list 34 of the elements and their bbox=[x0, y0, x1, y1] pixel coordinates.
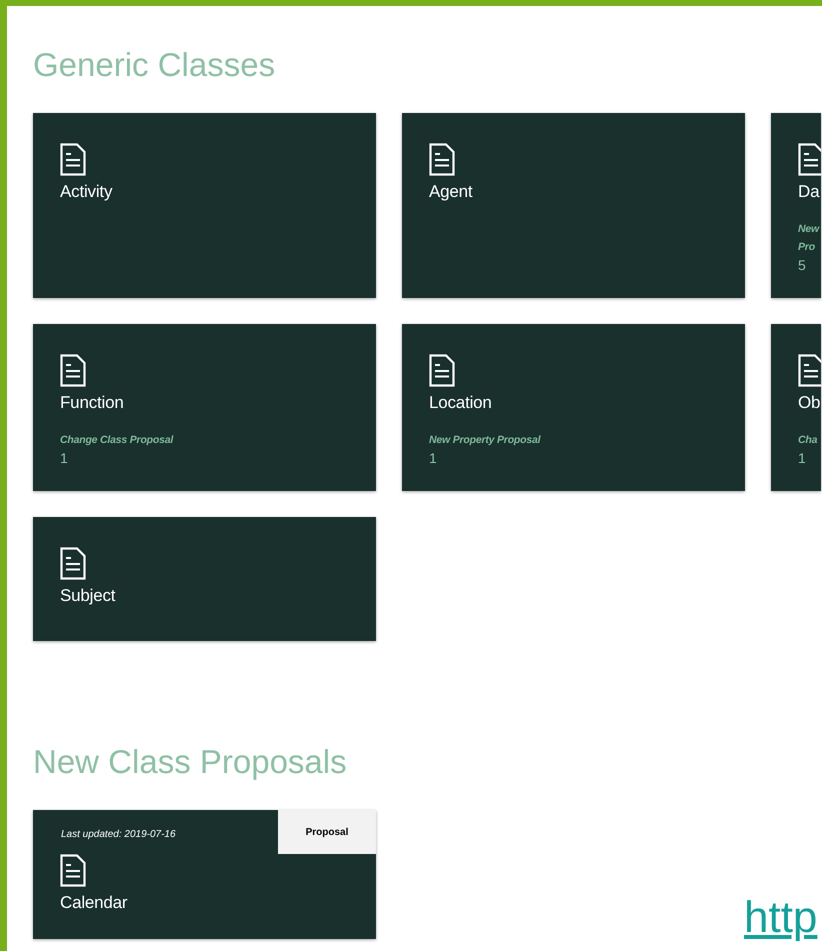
card-title: Activity bbox=[60, 181, 114, 203]
proposal-count: 1 bbox=[60, 449, 69, 467]
proposal-label: New Property Proposal bbox=[429, 433, 542, 448]
class-card[interactable]: Agent bbox=[402, 113, 745, 298]
proposal-count: 5 bbox=[798, 256, 807, 274]
card-title: Function bbox=[60, 392, 125, 414]
card-title: Da bbox=[798, 181, 821, 203]
class-card[interactable]: Location New Property Proposal 1 bbox=[402, 324, 745, 491]
document-icon bbox=[60, 854, 86, 887]
section-heading: Generic Classes bbox=[33, 46, 276, 84]
document-icon bbox=[429, 354, 455, 387]
document-icon bbox=[60, 547, 86, 580]
last-updated-text: Last updated: 2019-07-16 bbox=[61, 828, 176, 842]
class-card[interactable]: Activity bbox=[33, 113, 376, 298]
class-card[interactable]: Subject bbox=[33, 517, 376, 641]
class-card[interactable]: Function Change Class Proposal 1 bbox=[33, 324, 376, 491]
section-heading: New Class Proposals bbox=[33, 743, 348, 781]
card-title: Location bbox=[429, 392, 493, 414]
class-card[interactable]: Da New Pro 5 bbox=[771, 113, 821, 298]
card-title: Subject bbox=[60, 585, 116, 607]
proposal-label: New Pro bbox=[798, 222, 821, 255]
class-card[interactable]: Last updated: 2019-07-16 Proposal Calendar bbox=[33, 810, 376, 939]
proposal-label: Change Class Proposal bbox=[60, 433, 174, 448]
proposal-count: 1 bbox=[798, 449, 807, 467]
card-title: Ob bbox=[798, 392, 821, 414]
card-title: Agent bbox=[429, 181, 474, 203]
proposal-count: 1 bbox=[429, 449, 438, 467]
proposal-label: Cha bbox=[798, 433, 818, 448]
document-icon bbox=[60, 354, 86, 387]
document-icon bbox=[60, 143, 86, 176]
document-icon bbox=[429, 143, 455, 176]
class-card[interactable]: Ob Cha 1 bbox=[771, 324, 821, 491]
proposal-tag: Proposal bbox=[278, 810, 376, 854]
card-title: Calendar bbox=[60, 892, 128, 914]
